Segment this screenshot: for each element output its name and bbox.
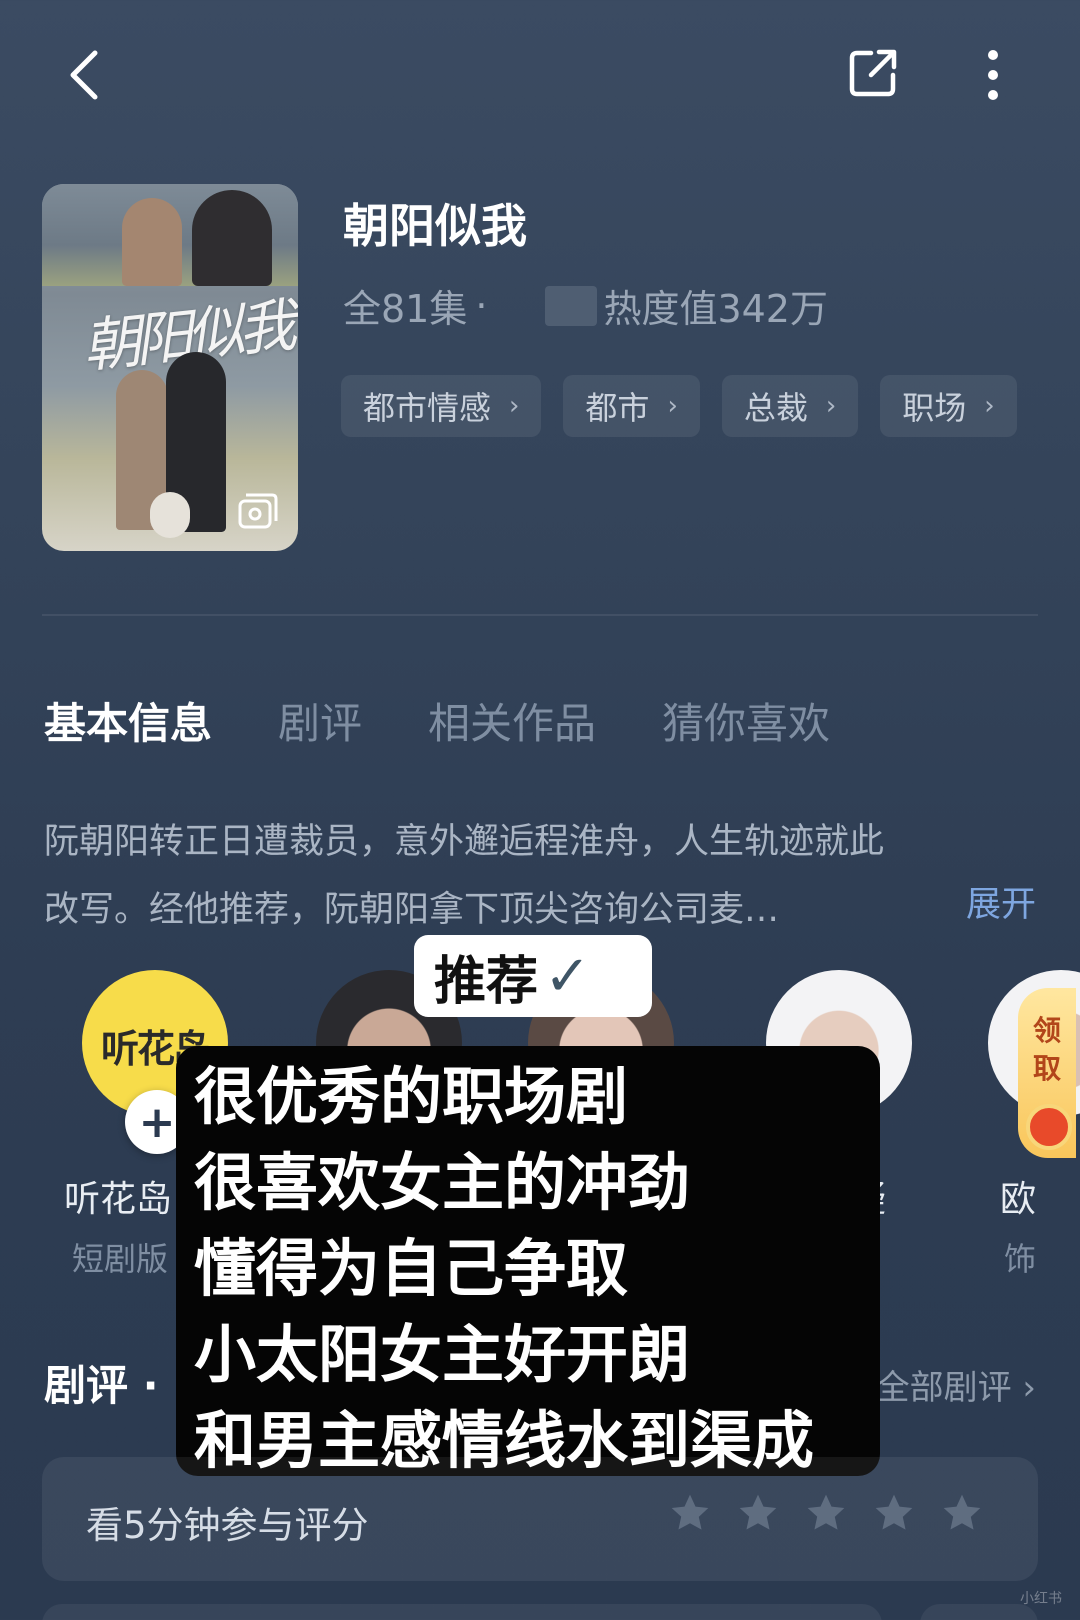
reward-label-1: 领 bbox=[1032, 1014, 1061, 1047]
drama-title: 朝阳似我 bbox=[343, 199, 527, 253]
star-icon[interactable] bbox=[668, 1491, 712, 1535]
recommend-sticker: 推荐 ✓ bbox=[414, 935, 652, 1017]
all-reviews-link[interactable]: 全部剧评 › bbox=[876, 1360, 1036, 1409]
star-icon[interactable] bbox=[804, 1491, 848, 1535]
detail-tabs: 基本信息 剧评 相关作品 猜你喜欢 bbox=[44, 690, 830, 751]
back-button[interactable] bbox=[60, 45, 110, 105]
cast-role-actor-4: 饰 bbox=[1004, 1240, 1037, 1278]
reward-label-2: 取 bbox=[1032, 1052, 1061, 1085]
star-icon[interactable] bbox=[940, 1491, 984, 1535]
cast-role-publisher: 短剧版 bbox=[72, 1240, 169, 1278]
comment-line-1: 很优秀的职场剧 bbox=[194, 1060, 629, 1133]
comment-line-4: 小太阳女主好开朗 bbox=[194, 1318, 691, 1391]
redacted-block bbox=[545, 285, 598, 326]
star-icon[interactable] bbox=[872, 1491, 916, 1535]
gallery-icon[interactable] bbox=[236, 491, 280, 531]
share-icon bbox=[849, 49, 897, 97]
tab-reviews[interactable]: 剧评 bbox=[278, 690, 362, 751]
tab-related-works[interactable]: 相关作品 bbox=[428, 690, 596, 751]
drama-meta: 全81集 · 热度值342万 bbox=[343, 278, 828, 333]
checkmark-icon: ✓ bbox=[544, 943, 591, 1009]
tag-label: 都市情感 bbox=[363, 389, 492, 427]
more-vertical-icon bbox=[988, 50, 998, 100]
chevron-right-icon: › bbox=[667, 391, 678, 421]
synopsis-line-2: 改写。经他推荐，阮朝阳拿下顶尖咨询公司麦… bbox=[44, 890, 780, 930]
tab-recommendations[interactable]: 猜你喜欢 bbox=[662, 690, 830, 751]
poster-figure-female-top bbox=[122, 198, 182, 286]
star-icon[interactable] bbox=[736, 1491, 780, 1535]
comment-overlay: 很优秀的职场剧 很喜欢女主的冲劲 懂得为自己争取 小太阳女主好开朗 和男主感情线… bbox=[176, 1046, 880, 1477]
meta-separator: · bbox=[475, 283, 488, 328]
tab-basic-info[interactable]: 基本信息 bbox=[44, 690, 212, 751]
synopsis: 阮朝阳转正日遭裁员，意外邂逅程淮舟，人生轨迹就此 改写。经他推荐，阮朝阳拿下顶尖… bbox=[44, 808, 1034, 944]
recommend-label: 推荐 bbox=[434, 951, 539, 1012]
heat-value: 热度值342万 bbox=[603, 287, 828, 331]
tag-urban[interactable]: 都市 › bbox=[563, 375, 700, 437]
chevron-right-icon: › bbox=[825, 391, 837, 421]
more-button[interactable] bbox=[975, 45, 1011, 105]
poster-dog bbox=[150, 492, 190, 538]
comment-line-2: 很喜欢女主的冲劲 bbox=[194, 1146, 691, 1219]
coin-icon bbox=[1026, 1104, 1072, 1150]
rating-card[interactable]: 看5分钟参与评分 bbox=[42, 1457, 1038, 1581]
drama-poster[interactable]: 朝阳似我 bbox=[42, 184, 298, 551]
review-card-peek bbox=[42, 1604, 882, 1620]
cast-name-actor-4: 欧 bbox=[1000, 1179, 1037, 1220]
chevron-left-icon bbox=[70, 50, 98, 100]
rating-prompt: 看5分钟参与评分 bbox=[86, 1504, 369, 1547]
episode-count: 全81集 bbox=[343, 287, 468, 331]
synopsis-line-1: 阮朝阳转正日遭裁员，意外邂逅程淮舟，人生轨迹就此 bbox=[44, 822, 885, 862]
chevron-right-icon: › bbox=[984, 391, 995, 421]
tag-label: 总裁 bbox=[743, 389, 808, 427]
reward-widget[interactable]: 领 取 bbox=[1018, 988, 1076, 1158]
tag-label: 职场 bbox=[902, 389, 967, 427]
cast-name-publisher: 听花岛 bbox=[64, 1179, 173, 1220]
rating-stars bbox=[668, 1491, 984, 1535]
top-bar bbox=[0, 0, 1080, 150]
comment-line-3: 懂得为自己争取 bbox=[194, 1232, 629, 1305]
genre-tags: 都市情感 › 都市 › 总裁 › 职场 › bbox=[341, 375, 1017, 437]
watermark: 小红书 bbox=[1020, 1591, 1062, 1607]
tag-ceo[interactable]: 总裁 › bbox=[721, 375, 859, 437]
poster-figure-male-top bbox=[192, 190, 272, 286]
divider bbox=[42, 614, 1038, 616]
tag-urban-romance[interactable]: 都市情感 › bbox=[341, 375, 542, 437]
chevron-right-icon: › bbox=[509, 391, 520, 421]
tag-workplace[interactable]: 职场 › bbox=[880, 375, 1017, 437]
expand-link[interactable]: 展开 bbox=[966, 876, 1036, 927]
tag-label: 都市 bbox=[585, 389, 650, 427]
share-button[interactable] bbox=[845, 45, 901, 101]
